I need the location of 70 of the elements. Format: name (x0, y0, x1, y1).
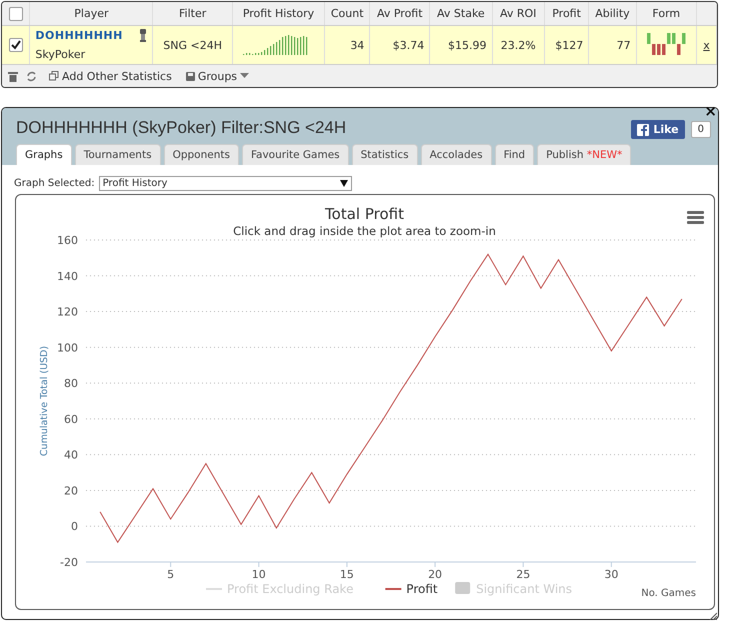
filter-value: SNG <24H (163, 38, 222, 52)
like-count: 0 (690, 121, 711, 138)
x-tick-label: 20 (428, 568, 442, 581)
tab[interactable]: Accolades (420, 144, 492, 165)
remove-link[interactable]: x (703, 38, 710, 52)
header-checkbox[interactable] (8, 6, 23, 20)
column-header[interactable]: Av Stake (430, 2, 492, 26)
windows-icon (49, 71, 59, 81)
tab[interactable]: Opponents (164, 144, 239, 165)
y-tick-label: 0 (71, 520, 78, 534)
like-button[interactable]: Like (631, 120, 685, 139)
y-tick-label: 140 (57, 270, 78, 283)
site-name: SkyPoker (35, 47, 86, 63)
ability-value: 77 (616, 38, 631, 52)
x-tick-label: 30 (604, 568, 618, 581)
tab[interactable]: Graphs (16, 144, 72, 165)
row-checkbox[interactable] (8, 38, 23, 52)
y-tick-label: -20 (60, 556, 78, 569)
x-tick-label: 10 (252, 568, 266, 581)
column-header[interactable]: Profit History (232, 2, 325, 26)
average-stake-value: $15.99 (448, 38, 487, 52)
tab[interactable]: Statistics (352, 144, 418, 165)
tab[interactable]: Find (494, 144, 534, 165)
chart-title: Total Profit (325, 205, 404, 223)
column-header[interactable]: Av ROI (492, 2, 544, 26)
refresh-icon[interactable] (26, 70, 37, 82)
column-header[interactable]: Form (636, 2, 696, 26)
y-tick-label: 40 (64, 448, 78, 462)
legend-label: Profit (406, 582, 438, 596)
groups-dropdown[interactable]: Groups (186, 70, 250, 82)
add-statistics-button[interactable]: Add Other Statistics (49, 70, 172, 82)
tab[interactable]: Tournaments (74, 144, 161, 165)
caret-icon (340, 180, 348, 187)
column-header[interactable]: Ability (588, 2, 636, 26)
y-tick-label: 80 (64, 377, 78, 390)
resize-grip-icon[interactable] (709, 610, 717, 618)
graph-dropdown[interactable]: Profit History (98, 176, 352, 191)
caret-icon (240, 73, 250, 79)
column-header[interactable]: Profit (544, 2, 589, 26)
y-tick-label: 160 (57, 234, 78, 247)
y-tick-label: 60 (64, 412, 78, 426)
column-header[interactable]: Av Profit (370, 2, 430, 26)
x-axis-title: No. Games (641, 588, 696, 599)
player-name-link[interactable]: DOHHHHHHH (35, 26, 123, 45)
x-tick-label: 15 (340, 568, 354, 581)
x-tick-label: 5 (167, 568, 174, 581)
dialog-title: DOHHHHHHH (SkyPoker) Filter:SNG <24H (16, 118, 346, 138)
save-icon (186, 72, 195, 80)
menu-icon[interactable] (687, 211, 704, 224)
chart-subtitle: Click and drag inside the plot area to zoom-in (233, 224, 496, 238)
column-header[interactable]: Filter (152, 2, 232, 26)
column-header[interactable]: Count (324, 2, 370, 26)
y-tick-label: 20 (64, 484, 78, 498)
column-header[interactable]: Player (30, 2, 153, 26)
y-axis-title: Cumulative Total (USD) (39, 346, 50, 456)
tab[interactable]: Favourite Games (242, 144, 349, 165)
trash-icon[interactable] (8, 70, 18, 82)
average-roi-value: 23.2% (500, 38, 536, 52)
player-figure-icon (139, 29, 148, 42)
profit-value: $127 (555, 38, 584, 52)
close-button[interactable]: × (704, 104, 717, 119)
average-profit-value: $3.74 (392, 38, 424, 52)
graph-select-label: Graph Selected: (14, 178, 95, 189)
legend-item[interactable]: Profit (385, 582, 438, 596)
y-tick-label: 120 (57, 306, 78, 319)
facebook-icon (637, 124, 650, 136)
count-value: 34 (350, 38, 364, 52)
y-tick-label: 100 (57, 341, 78, 354)
x-tick-label: 25 (516, 568, 530, 581)
tab[interactable]: Publish *NEW* (537, 144, 632, 165)
